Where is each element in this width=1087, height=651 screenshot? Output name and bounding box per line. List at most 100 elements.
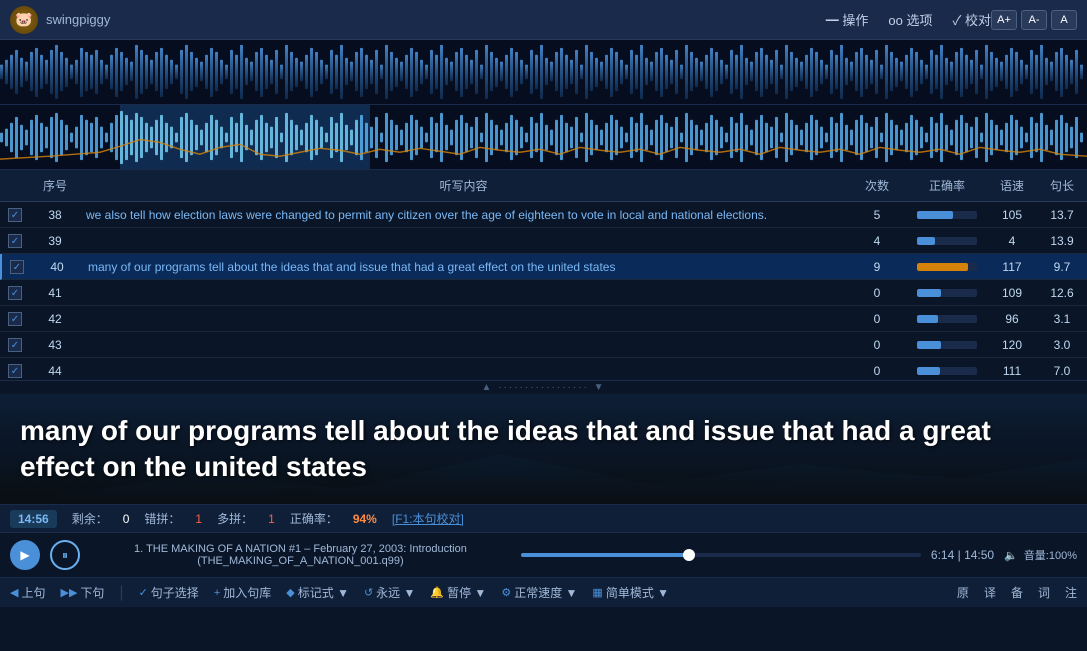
app-icon: 🐷 xyxy=(10,6,38,34)
checkbox-41[interactable] xyxy=(8,286,22,300)
scroll-indicator[interactable]: ▲ ················· ▼ xyxy=(0,380,1087,394)
original-button[interactable]: 原 xyxy=(957,584,969,601)
table-row[interactable]: 41 0 109 12.6 xyxy=(0,280,1087,306)
table-row[interactable]: 39 4 4 13.9 xyxy=(0,228,1087,254)
row-content xyxy=(80,290,847,296)
volume-down-icon[interactable]: 🔈 xyxy=(1004,549,1018,562)
table-header: 序号 听写内容 次数 正确率 语速 句长 xyxy=(0,170,1087,202)
pause-label: 暂停 ▼ xyxy=(447,584,486,601)
select-label: 句子选择 xyxy=(151,584,199,601)
row-checkbox[interactable] xyxy=(0,334,30,356)
prev-sentence-button[interactable]: ◀ 上句 xyxy=(10,584,45,601)
time-display: 6:14 | 14:50 xyxy=(931,548,994,562)
table-row[interactable]: 44 0 111 7.0 xyxy=(0,358,1087,380)
row-content: many of our programs tell about the idea… xyxy=(82,257,847,277)
row-count: 4 xyxy=(847,231,907,251)
error-value: 1 xyxy=(195,512,202,526)
mark-mode-button[interactable]: ◆ 标记式 ▼ xyxy=(286,584,349,601)
next-icon: ▶▶ xyxy=(60,586,77,599)
notes-button[interactable]: 注 xyxy=(1065,584,1077,601)
row-checkbox[interactable] xyxy=(0,230,30,252)
progress-thumb[interactable] xyxy=(683,549,695,561)
translation-button[interactable]: 译 xyxy=(984,584,996,601)
table-body: 38 we also tell how election laws were c… xyxy=(0,202,1087,380)
waveform-bottom-svg xyxy=(0,105,1087,169)
row-length: 7.0 xyxy=(1037,361,1087,381)
forever-label: 永远 ▼ xyxy=(376,584,415,601)
table-row-highlighted[interactable]: 40 many of our programs tell about the i… xyxy=(0,254,1087,280)
waveform-top-svg xyxy=(0,40,1087,104)
right-toolbar: 原 译 备 词 注 xyxy=(957,584,1077,601)
next-sentence-button[interactable]: ▶▶ 下句 xyxy=(60,584,104,601)
checkbox-42[interactable] xyxy=(8,312,22,326)
font-settings-button[interactable]: A xyxy=(1051,10,1077,30)
row-checkbox[interactable] xyxy=(0,308,30,330)
progress-fill xyxy=(521,553,689,557)
row-accuracy-bar xyxy=(907,234,987,248)
play-button[interactable]: ▶ xyxy=(10,540,40,570)
row-accuracy-bar xyxy=(907,208,987,222)
speed-icon: ⚙ xyxy=(501,586,511,599)
subtitle-text: many of our programs tell about the idea… xyxy=(20,413,1067,486)
bell-icon: 🔔 xyxy=(430,586,444,599)
pause-button[interactable]: ⏸ xyxy=(50,540,80,570)
row-checkbox[interactable] xyxy=(0,204,30,226)
row-length: 3.1 xyxy=(1037,309,1087,329)
accuracy-label: 正确率： xyxy=(290,510,338,527)
table-row[interactable]: 38 we also tell how election laws were c… xyxy=(0,202,1087,228)
check-icon: ✓ xyxy=(139,586,148,599)
forever-icon: ↺ xyxy=(364,586,373,599)
row-id: 42 xyxy=(30,309,80,329)
menu-item-proofread[interactable]: ✓ 校对 xyxy=(953,10,992,29)
waveform-bottom[interactable] xyxy=(0,105,1087,170)
table-row[interactable]: 43 0 120 3.0 xyxy=(0,332,1087,358)
row-content xyxy=(80,342,847,348)
status-bar: 14:56 剩余： 0 错拼： 1 多拼： 1 正确率： 94% [F1:本句校… xyxy=(0,504,1087,532)
add-to-library-button[interactable]: + 加入句库 xyxy=(214,584,271,601)
row-checkbox[interactable] xyxy=(0,282,30,304)
top-menu: ━ 操作 oo 选项 ✓ 校对 xyxy=(826,10,991,29)
row-count: 9 xyxy=(847,257,907,277)
th-content: 听写内容 xyxy=(80,174,847,197)
menu-item-operations[interactable]: ━ 操作 xyxy=(826,10,869,29)
row-count: 0 xyxy=(847,283,907,303)
checkbox-38[interactable] xyxy=(8,208,22,222)
table-section: 序号 听写内容 次数 正确率 语速 句长 38 we also tell how… xyxy=(0,170,1087,380)
backup-button[interactable]: 备 xyxy=(1011,584,1023,601)
font-increase-button[interactable]: A+ xyxy=(991,10,1017,30)
checkbox-40[interactable] xyxy=(10,260,24,274)
row-id: 41 xyxy=(30,283,80,303)
row-speed: 109 xyxy=(987,283,1037,303)
th-checkbox xyxy=(0,174,30,197)
current-time: 6:14 xyxy=(931,548,954,562)
checkbox-43[interactable] xyxy=(8,338,22,352)
row-checkbox[interactable] xyxy=(2,256,32,278)
forever-button[interactable]: ↺ 永远 ▼ xyxy=(364,584,415,601)
sentence-select-button[interactable]: ✓ 句子选择 xyxy=(139,584,199,601)
row-checkbox[interactable] xyxy=(0,360,30,380)
th-accuracy: 正确率 xyxy=(907,174,987,197)
simple-mode-button[interactable]: ▦ 简单模式 ▼ xyxy=(592,584,669,601)
bottom-toolbar: ◀ 上句 ▶▶ 下句 | ✓ 句子选择 + 加入句库 ◆ 标记式 ▼ ↺ 永远 … xyxy=(0,577,1087,607)
waveform-top[interactable] xyxy=(0,40,1087,105)
row-accuracy-bar xyxy=(907,260,987,274)
shortcut-link[interactable]: [F1:本句校对] xyxy=(392,510,464,527)
remaining-label: 剩余： xyxy=(72,510,108,527)
total-time: 14:50 xyxy=(964,548,994,562)
row-count: 5 xyxy=(847,205,907,225)
table-row[interactable]: 42 0 96 3.1 xyxy=(0,306,1087,332)
row-speed: 111 xyxy=(987,361,1037,381)
progress-track[interactable] xyxy=(521,553,921,557)
row-id: 38 xyxy=(30,205,80,225)
add-label: 加入句库 xyxy=(223,584,271,601)
pause-button-toolbar[interactable]: 🔔 暂停 ▼ xyxy=(430,584,486,601)
add-icon: + xyxy=(214,587,220,599)
checkbox-44[interactable] xyxy=(8,364,22,378)
vocabulary-button[interactable]: 词 xyxy=(1038,584,1050,601)
checkbox-39[interactable] xyxy=(8,234,22,248)
volume-controls: 🔈 音量:100% xyxy=(1004,547,1077,563)
speed-button[interactable]: ⚙ 正常速度 ▼ xyxy=(501,584,577,601)
speed-label: 正常速度 ▼ xyxy=(514,584,577,601)
font-decrease-button[interactable]: A- xyxy=(1021,10,1047,30)
menu-item-options[interactable]: oo 选项 xyxy=(888,10,932,29)
